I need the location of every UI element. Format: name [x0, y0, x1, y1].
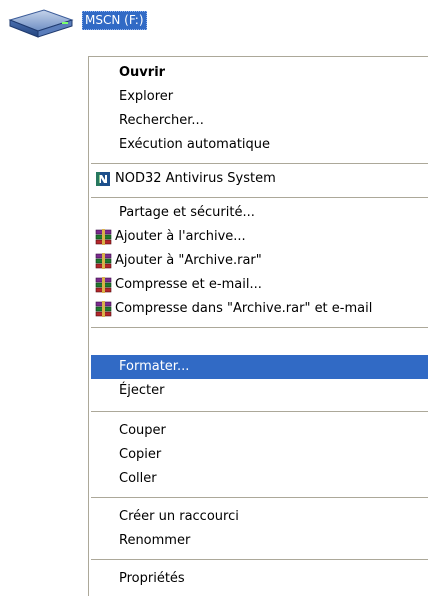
menu-item-paste[interactable]: Coller: [91, 467, 428, 491]
menu-item-add-archive[interactable]: Ajouter à l'archive...: [91, 225, 428, 249]
menu-item-add-archive-rar[interactable]: Ajouter à "Archive.rar": [91, 249, 428, 273]
winrar-icon: [95, 301, 113, 317]
menu-item-compress-email[interactable]: Compresse et e-mail...: [91, 273, 428, 297]
menu-item-rename[interactable]: Renommer: [91, 529, 428, 553]
menu-separator: [91, 197, 428, 198]
winrar-icon: [95, 277, 113, 293]
menu-separator: [91, 163, 428, 164]
winrar-icon: [95, 253, 113, 269]
menu-item-open[interactable]: Ouvrir: [91, 61, 428, 85]
menu-item-label: Compresse et e-mail...: [115, 277, 262, 292]
nod32-icon: [95, 171, 113, 187]
menu-item-copy[interactable]: Copier: [91, 443, 428, 467]
menu-separator: [91, 497, 428, 498]
drive-icon[interactable]: [6, 6, 76, 40]
menu-separator: [91, 327, 428, 328]
context-menu: Ouvrir Explorer Rechercher... Exécution …: [88, 56, 428, 596]
menu-separator: [91, 411, 428, 412]
menu-item-sharing[interactable]: Partage et sécurité...: [91, 201, 428, 225]
menu-item-properties[interactable]: Propriétés: [91, 567, 428, 591]
menu-item-nod32[interactable]: NOD32 Antivirus System: [91, 167, 428, 191]
menu-separator: [91, 559, 428, 560]
menu-item-explore[interactable]: Explorer: [91, 85, 428, 109]
drive-label[interactable]: MSCN (F:): [82, 11, 147, 30]
winrar-icon: [95, 229, 113, 245]
menu-item-autoplay[interactable]: Exécution automatique: [91, 133, 428, 157]
menu-item-label: NOD32 Antivirus System: [115, 171, 276, 186]
menu-item-label: Ajouter à "Archive.rar": [115, 253, 262, 268]
menu-item-search[interactable]: Rechercher...: [91, 109, 428, 133]
menu-item-cut[interactable]: Couper: [91, 419, 428, 443]
menu-item-label: Ajouter à l'archive...: [115, 229, 246, 244]
menu-item-eject[interactable]: Éjecter: [91, 379, 428, 403]
menu-item-format[interactable]: Formater...: [91, 355, 428, 379]
menu-item-compress-rar-email[interactable]: Compresse dans "Archive.rar" et e-mail: [91, 297, 428, 321]
menu-item-create-shortcut[interactable]: Créer un raccourci: [91, 505, 428, 529]
menu-item-label: Compresse dans "Archive.rar" et e-mail: [115, 301, 373, 316]
